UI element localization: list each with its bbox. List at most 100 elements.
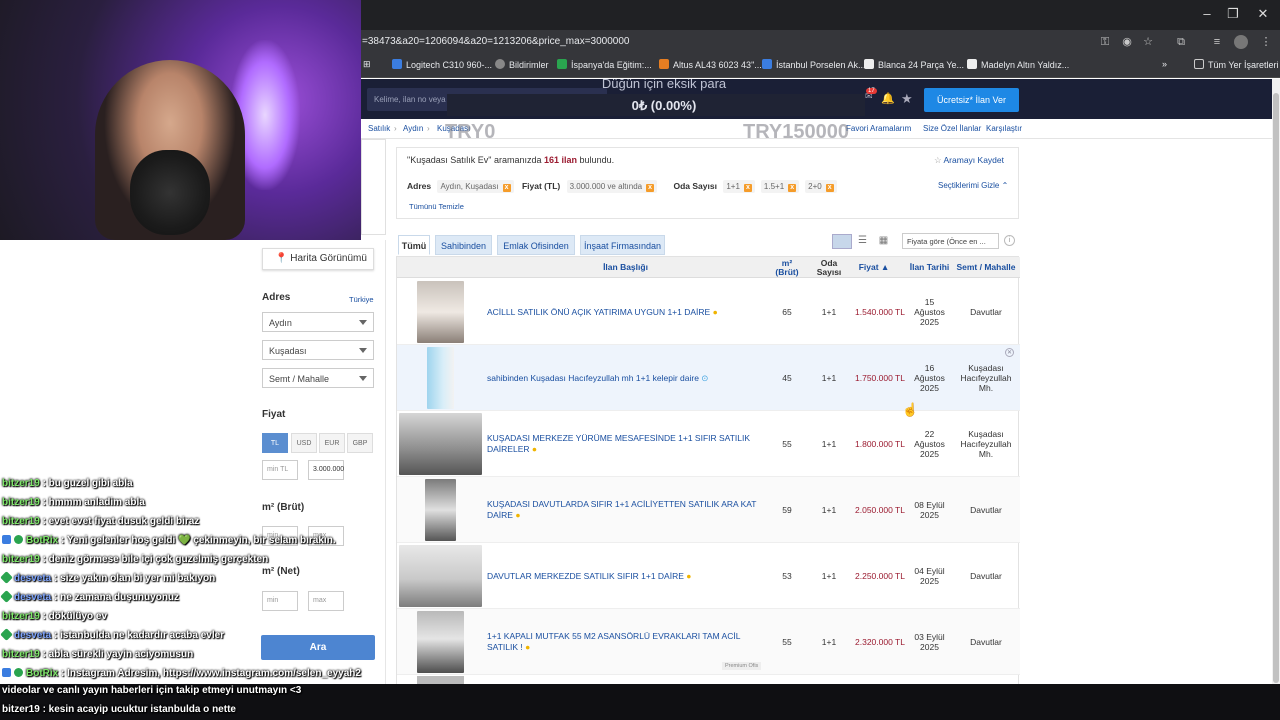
clear-all-link[interactable]: Tümünü Temizle (409, 202, 464, 211)
neighborhood-select[interactable]: Semt / Mahalle (262, 368, 374, 388)
overlay-min-label: TRY0 (445, 121, 496, 143)
col-location[interactable]: Semt / Mahalle (952, 257, 1020, 278)
badge-icon (14, 668, 23, 677)
filter-chip[interactable]: Aydın, Kuşadası x (437, 180, 514, 193)
city-select[interactable]: Aydın (262, 312, 374, 332)
all-bookmarks[interactable]: Tüm Yer İşaretleri (1194, 59, 1279, 70)
active-filters: Adres Aydın, Kuşadası x Fiyat (TL) 3.000.… (407, 180, 843, 193)
restore-icon[interactable]: ❐ (1216, 0, 1250, 30)
currency-gbp[interactable]: GBP (347, 433, 373, 453)
profile-avatar[interactable] (1234, 35, 1248, 49)
bookmark-item[interactable]: İstanbul Porselen Ak... (762, 59, 866, 70)
col-rooms[interactable]: Oda Sayısı (809, 257, 849, 278)
listing-title[interactable]: DAVUTLAR MERKEZDE SATILIK SIFIR 1+1 DAİR… (487, 543, 767, 609)
listing-title[interactable]: KUŞADASI MERKEZE YÜRÜME MESAFESİNDE 1+1 … (487, 411, 767, 477)
new-ad-button[interactable]: Ücretsiz* İlan Ver (924, 88, 1019, 112)
chat-line: bitzer19 : evet evet fiyat dusuk geldi b… (2, 516, 200, 527)
currency-tl[interactable]: TL (262, 433, 288, 453)
listing-thumbnail[interactable] (425, 479, 456, 541)
cell-location: Kuşadası Hacıfeyzullah Mh. (960, 429, 1012, 459)
bookmark-item[interactable]: Bildirimler (495, 59, 549, 70)
info-icon[interactable]: i (1004, 235, 1015, 246)
personal-ads-link[interactable]: Size Özel İlanlar (923, 124, 981, 133)
currency-usd[interactable]: USD (291, 433, 317, 453)
listing-thumbnail[interactable] (427, 347, 454, 409)
map-view-button[interactable]: 📍 Harita Görünümü (262, 248, 374, 270)
table-row[interactable]: DAVUTLAR MERKEZDE SATILIK SIFIR 1+1 DAİR… (397, 543, 1020, 609)
table-row[interactable]: sahibinden Kuşadası Hacıfeyzullah mh 1+1… (397, 345, 1020, 411)
table-row[interactable]: KUŞADASI MERKEZE YÜRÜME MESAFESİNDE 1+1 … (397, 411, 1020, 477)
table-row[interactable]: 1+1 KAPALI MUTFAK 55 M2 ASANSÖRLÜ EVRAKL… (397, 609, 1020, 675)
col-date[interactable]: İlan Tarihi (907, 257, 952, 278)
tab-all[interactable]: Tümü (398, 235, 430, 255)
bell-icon[interactable]: 🔔 (881, 92, 895, 105)
star-icon[interactable]: ☆ (1141, 35, 1155, 49)
remove-icon: x (502, 184, 511, 192)
table-row[interactable]: ACİLLL SATILIK ÖNÜ AÇIK YATIRIMA UYGUN 1… (397, 279, 1020, 345)
filter-chip[interactable]: 2+0 x (805, 180, 837, 193)
crumb-item[interactable]: Satılık (368, 124, 390, 133)
compact-view-icon[interactable]: ☰ (855, 235, 870, 248)
remove-icon: x (788, 184, 797, 192)
media-icon[interactable]: ≡ (1210, 35, 1224, 49)
cell-location: Davutlar (970, 637, 1002, 647)
hide-selected-link[interactable]: Seçtiklerimi Gizle ⌃ (938, 181, 1008, 190)
key-icon[interactable]: ⚿ (1098, 35, 1112, 49)
tab-builder[interactable]: İnşaat Firmasından (580, 235, 665, 255)
table-row[interactable]: KUŞADASI DAVUTLARDA SIFIR 1+1 ACİLİYETTE… (397, 477, 1020, 543)
listing-thumbnail[interactable] (399, 413, 482, 475)
bookmark-item[interactable]: Altus AL43 6023 43"... (659, 59, 762, 70)
filter-chip[interactable]: 1.5+1 x (760, 180, 800, 193)
eye-off-icon[interactable]: ◉ (1120, 35, 1134, 49)
bookmarks-more[interactable]: » (1162, 59, 1167, 69)
dismiss-icon[interactable]: ✕ (1005, 348, 1014, 357)
bookmark-item[interactable]: Blanca 24 Parça Ye... (864, 59, 964, 70)
country-link[interactable]: Türkiye (349, 295, 374, 304)
scrollbar[interactable] (1272, 79, 1280, 691)
col-title[interactable]: İlan Başlığı (483, 257, 768, 278)
badge-icon (0, 571, 13, 584)
favorites-star-icon[interactable]: ★ (901, 91, 913, 107)
tab-agency[interactable]: Emlak Ofisinden (497, 235, 575, 255)
save-search-button[interactable]: ☆ Aramayı Kaydet (934, 155, 1004, 166)
district-select[interactable]: Kuşadası (262, 340, 374, 360)
listing-title[interactable]: KUŞADASI DAVUTLARDA SIFIR 1+1 ACİLİYETTE… (487, 477, 767, 543)
extensions-icon[interactable]: ⧉ (1174, 35, 1188, 49)
scrollbar-thumb[interactable] (1273, 93, 1279, 683)
close-icon[interactable]: ✕ (1246, 0, 1280, 30)
listing-title[interactable]: sahibinden Kuşadası Hacıfeyzullah mh 1+1… (487, 345, 767, 411)
donation-amount: 0₺ (0.00%) (631, 98, 697, 113)
chat-line: videolar ve canlı yayın haberleri için t… (2, 685, 302, 696)
stream-footer: videolar ve canlı yayın haberleri için t… (0, 684, 1280, 720)
apps-icon[interactable]: ⊞ (363, 59, 371, 70)
url-field[interactable]: =38473&a20=1206094&a20=1213206&price_max… (362, 36, 629, 47)
star-outline-icon: ☆ (934, 155, 944, 165)
crumb-item[interactable]: Aydın (403, 124, 423, 133)
listing-thumbnail[interactable] (417, 281, 464, 343)
sort-select[interactable]: Fiyata göre (Önce en ... (902, 233, 999, 249)
remove-icon: x (646, 184, 655, 192)
filter-chip[interactable]: 3.000.000 ve altında x (566, 180, 658, 193)
mouse-cursor: ☝ (902, 402, 919, 417)
col-m2[interactable]: m² (Brüt) (767, 257, 807, 278)
cell-date: 04 Eylül 2025 (914, 566, 945, 586)
filter-chip[interactable]: 1+1 x (723, 180, 755, 193)
col-price[interactable]: Fiyat ▲ (850, 257, 898, 278)
menu-icon[interactable]: ⋮ (1259, 35, 1273, 49)
currency-eur[interactable]: EUR (319, 433, 345, 453)
listing-title[interactable]: ACİLLL SATILIK ÖNÜ AÇIK YATIRIMA UYGUN 1… (487, 279, 767, 345)
site-header: Kelime, ilan no veya ✉ 17 🔔 ★ Ücretsiz* … (361, 79, 1280, 119)
bookmark-item[interactable]: İspanya'da Eğitim:... (557, 59, 652, 70)
grid-view-icon[interactable]: ▦ (876, 235, 891, 248)
compare-link[interactable]: Karşılaştır (986, 124, 1022, 133)
bookmark-item[interactable]: Madelyn Altın Yaldız... (967, 59, 1069, 70)
listing-thumbnail[interactable] (399, 545, 482, 607)
premium-badge: Premium Ofis (722, 662, 762, 670)
tab-owner[interactable]: Sahibinden (435, 235, 492, 255)
favorite-searches-link[interactable]: Favori Aramalarım (846, 124, 911, 133)
listing-thumbnail[interactable] (417, 611, 464, 673)
chat-line: desveta : size yakın olan bi yer mi bakı… (0, 571, 215, 584)
bookmark-item[interactable]: Logitech C310 960-... (392, 59, 492, 70)
list-view-icon[interactable] (832, 234, 852, 249)
web-page: Kelime, ilan no veya ✉ 17 🔔 ★ Ücretsiz* … (361, 79, 1280, 720)
